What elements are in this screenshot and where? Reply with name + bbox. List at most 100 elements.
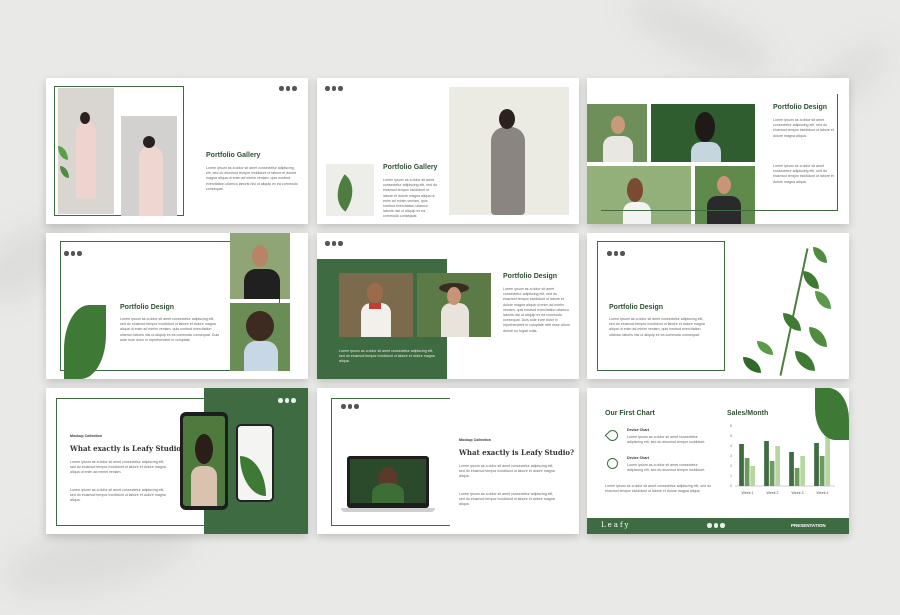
- social-icons[interactable]: [707, 523, 725, 528]
- slide-portfolio-gallery-2[interactable]: Portfolio Gallery Lorem ipsum as a dolor…: [317, 78, 579, 224]
- slide-bullet: Lorem ipsum as a dolor sit amet consecte…: [773, 118, 839, 158]
- slide-bullet: Lorem ipsum as a dolor sit amet consecte…: [459, 464, 555, 486]
- person-figure: [244, 269, 280, 299]
- user-icon: [607, 458, 618, 469]
- instagram-icon[interactable]: [285, 86, 290, 91]
- instagram-icon[interactable]: [331, 241, 336, 246]
- slide-title: Portfolio Gallery: [206, 152, 261, 159]
- leaf-decoration: [372, 483, 404, 503]
- person-figure: [139, 146, 163, 216]
- bar: [825, 436, 830, 486]
- x-tick-label: Week 1: [741, 491, 753, 495]
- slide-chart[interactable]: Our First Chart Device Chart Lorem ipsum…: [587, 388, 849, 534]
- item-body: Lorem ipsum as a dolor sit amet consecte…: [627, 435, 706, 445]
- twitter-icon[interactable]: [338, 241, 343, 246]
- slide-bullet: Lorem ipsum as a dolor sit amet consecte…: [773, 164, 839, 204]
- slide-portfolio-design-3[interactable]: Lorem ipsum as a dolor sit amet consecte…: [317, 233, 579, 379]
- twitter-icon[interactable]: [291, 398, 296, 403]
- mockup-label: Mockup Collection: [459, 438, 491, 442]
- y-tick-label: 2: [730, 464, 732, 468]
- bullet-text: Lorem ipsum as a dolor sit amet consecte…: [70, 488, 166, 503]
- facebook-icon[interactable]: [279, 86, 284, 91]
- person-head: [246, 311, 274, 341]
- model-photo: [230, 303, 290, 371]
- instagram-icon[interactable]: [331, 86, 336, 91]
- twitter-icon[interactable]: [292, 86, 297, 91]
- slide-body: Lorem ipsum as a dolor sit amet consecte…: [605, 484, 712, 494]
- model-photo: [449, 87, 569, 215]
- model-photo: [121, 116, 177, 216]
- footer-label: PRESENTATION: [791, 523, 826, 528]
- social-icons[interactable]: [325, 241, 343, 246]
- person-head: [80, 112, 90, 124]
- person-head: [143, 136, 155, 148]
- leaf-decoration: [803, 271, 819, 289]
- model-photo: [230, 233, 290, 299]
- laptop-mockup: [347, 456, 429, 508]
- footer-brand: Leafy: [601, 521, 631, 529]
- plant-photo: [326, 164, 374, 216]
- facebook-icon[interactable]: [325, 86, 330, 91]
- scarf: [369, 303, 381, 309]
- facebook-icon[interactable]: [607, 251, 612, 256]
- slide-body: Lorem ipsum as a dolor sit amet consecte…: [383, 178, 437, 218]
- bar: [819, 456, 825, 486]
- leaf-decoration: [757, 341, 773, 355]
- y-tick-label: 5: [730, 434, 732, 438]
- bullet-text: Lorem ipsum as a dolor sit amet consecte…: [773, 164, 834, 184]
- slide-bullet: Lorem ipsum as a dolor sit amet consecte…: [70, 460, 166, 482]
- bullet-text: Lorem ipsum as a dolor sit amet consecte…: [70, 460, 166, 475]
- slide-title: Portfolio Gallery: [383, 164, 438, 171]
- sales-bar-chart: 0 1 2 3 4 5 6 Week 1 Week 2 Week 3 Week 4: [730, 424, 835, 495]
- slide-portfolio-design-1[interactable]: Portfolio Design Lorem ipsum as a dolor …: [587, 78, 849, 224]
- bar: [764, 441, 769, 486]
- slide-portfolio-design-2[interactable]: Portfolio Design Lorem ipsum as a dolor …: [46, 233, 308, 379]
- person-figure: [76, 122, 96, 198]
- phone-mockup: [180, 412, 228, 510]
- model-photo: [58, 88, 114, 214]
- mockup-label: Mockup Collection: [70, 434, 102, 438]
- bar: [794, 468, 800, 486]
- social-icons[interactable]: [607, 251, 625, 256]
- person-figure: [244, 341, 278, 371]
- leaf-decoration: [795, 351, 815, 371]
- facebook-icon[interactable]: [707, 523, 712, 528]
- twitter-icon[interactable]: [338, 86, 343, 91]
- facebook-icon[interactable]: [325, 241, 330, 246]
- person-head: [447, 287, 461, 305]
- person-head: [367, 283, 383, 303]
- bar: [744, 458, 750, 486]
- instagram-icon[interactable]: [713, 523, 718, 528]
- y-tick-label: 0: [730, 484, 732, 488]
- leaf-decoration: [815, 291, 831, 309]
- instagram-icon[interactable]: [613, 251, 618, 256]
- twitter-icon[interactable]: [720, 523, 725, 528]
- social-icons[interactable]: [279, 86, 297, 91]
- item-title: Device Chart: [627, 456, 649, 460]
- twitter-icon[interactable]: [620, 251, 625, 256]
- left-title: Our First Chart: [605, 410, 655, 417]
- y-tick-label: 6: [730, 424, 732, 428]
- panel-caption: Lorem ipsum as a dolor sit amet consecte…: [339, 349, 435, 364]
- slide-mockup-laptop[interactable]: Mockup Collection What exactly is Leafy …: [317, 388, 579, 534]
- bar: [775, 446, 780, 486]
- slide-portfolio-gallery-1[interactable]: Portfolio Gallery Lorem ipsum as a dolor…: [46, 78, 308, 224]
- x-tick-label: Week 2: [766, 491, 778, 495]
- slide-portfolio-design-4[interactable]: Portfolio Design Lorem ipsum as a dolor …: [587, 233, 849, 379]
- facebook-icon[interactable]: [278, 398, 283, 403]
- y-tick-label: 4: [730, 444, 732, 448]
- leaf-decoration: [327, 174, 363, 212]
- person-figure: [491, 127, 525, 215]
- instagram-icon[interactable]: [284, 398, 289, 403]
- chart-title: Sales/Month: [727, 410, 769, 417]
- laptop-screen: [350, 459, 426, 503]
- social-icons[interactable]: [278, 398, 296, 403]
- social-icons[interactable]: [325, 86, 343, 91]
- slide-title: Portfolio Design: [773, 104, 828, 111]
- slide-title: Portfolio Design: [503, 273, 558, 280]
- slide-mockup-phone[interactable]: Mockup Collection What exactly is Leafy …: [46, 388, 308, 534]
- bar: [769, 461, 775, 486]
- bullet-text: Lorem ipsum as a dolor sit amet consecte…: [459, 464, 555, 479]
- x-tick-label: Week 3: [791, 491, 803, 495]
- leaf-decoration: [783, 313, 801, 331]
